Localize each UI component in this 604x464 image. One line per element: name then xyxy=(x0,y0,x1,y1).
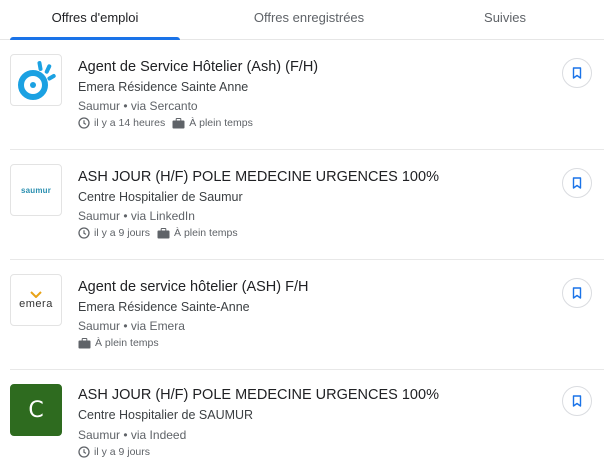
posted-time-text: il y a 9 jours xyxy=(94,227,151,239)
bookmark-icon xyxy=(572,287,582,299)
posted-time-text: il y a 14 heures xyxy=(94,117,166,129)
save-job-button[interactable] xyxy=(562,168,592,198)
job-type-text: À plein temps xyxy=(189,117,253,129)
clock-icon xyxy=(78,227,90,239)
clock-icon xyxy=(78,446,90,458)
job-meta: il y a 9 jours À plein temps xyxy=(78,227,245,239)
company-logo: saumur xyxy=(10,164,62,216)
bookmark-icon xyxy=(572,395,582,407)
briefcase-icon xyxy=(157,227,170,238)
posted-time: il y a 14 heures xyxy=(78,117,165,129)
company-name: Centre Hospitalier de SAUMUR xyxy=(78,408,254,422)
company-name: Emera Résidence Sainte-Anne xyxy=(78,300,250,314)
company-logo: emera xyxy=(10,274,62,326)
job-location-source: Saumur • via Sercanto xyxy=(78,99,198,113)
job-location-source: Saumur • via Emera xyxy=(78,319,185,333)
save-job-button[interactable] xyxy=(562,278,592,308)
emera-logo: emera xyxy=(19,297,53,310)
bookmark-icon xyxy=(572,177,582,189)
job-meta: À plein temps xyxy=(78,337,166,349)
job-type-text: À plein temps xyxy=(174,227,238,239)
job-title[interactable]: Agent de service hôtelier (ASH) F/H xyxy=(78,279,308,295)
posted-time: il y a 9 jours xyxy=(78,227,150,239)
save-job-button[interactable] xyxy=(562,386,592,416)
posted-time: il y a 9 jours xyxy=(78,446,150,458)
saumur-logo: saumur xyxy=(20,185,52,195)
job-location-source: Saumur • via LinkedIn xyxy=(78,209,195,223)
job-card[interactable]: Agent de Service Hôtelier (Ash) (F/H) Em… xyxy=(0,40,604,150)
job-meta: il y a 14 heures À plein temps xyxy=(78,117,260,129)
company-logo xyxy=(10,54,62,106)
job-card[interactable]: C ASH JOUR (H/F) POLE MEDECINE URGENCES … xyxy=(0,370,604,464)
job-meta: il y a 9 jours xyxy=(78,446,157,458)
job-title[interactable]: ASH JOUR (H/F) POLE MEDECINE URGENCES 10… xyxy=(78,387,439,403)
target-logo-icon xyxy=(18,61,56,100)
posted-time-text: il y a 9 jours xyxy=(94,446,151,458)
save-job-button[interactable] xyxy=(562,58,592,88)
company-logo: C xyxy=(10,384,62,436)
letter-logo: C xyxy=(28,397,44,423)
job-type: À plein temps xyxy=(172,117,253,129)
briefcase-icon xyxy=(78,337,91,348)
job-location-source: Saumur • via Indeed xyxy=(78,428,187,442)
tab-bar: Offres d'emploi Offres enregistrées Suiv… xyxy=(0,0,604,40)
briefcase-icon xyxy=(172,117,185,128)
company-name: Centre Hospitalier de Saumur xyxy=(78,190,243,204)
tab-job-offers[interactable]: Offres d'emploi xyxy=(10,0,180,40)
clock-icon xyxy=(78,117,90,129)
company-name: Emera Résidence Sainte Anne xyxy=(78,80,249,94)
job-title[interactable]: Agent de Service Hôtelier (Ash) (F/H) xyxy=(78,59,318,75)
tab-followed[interactable]: Suivies xyxy=(440,0,570,40)
job-type-text: À plein temps xyxy=(95,337,159,349)
job-title[interactable]: ASH JOUR (H/F) POLE MEDECINE URGENCES 10… xyxy=(78,169,439,185)
job-card[interactable]: saumur ASH JOUR (H/F) POLE MEDECINE URGE… xyxy=(0,150,604,260)
emera-chevron-icon xyxy=(30,290,42,298)
bookmark-icon xyxy=(572,67,582,79)
tab-saved-offers[interactable]: Offres enregistrées xyxy=(214,0,404,40)
job-type: À plein temps xyxy=(157,227,238,239)
job-card[interactable]: emera Agent de service hôtelier (ASH) F/… xyxy=(0,260,604,370)
job-type: À plein temps xyxy=(78,337,159,349)
